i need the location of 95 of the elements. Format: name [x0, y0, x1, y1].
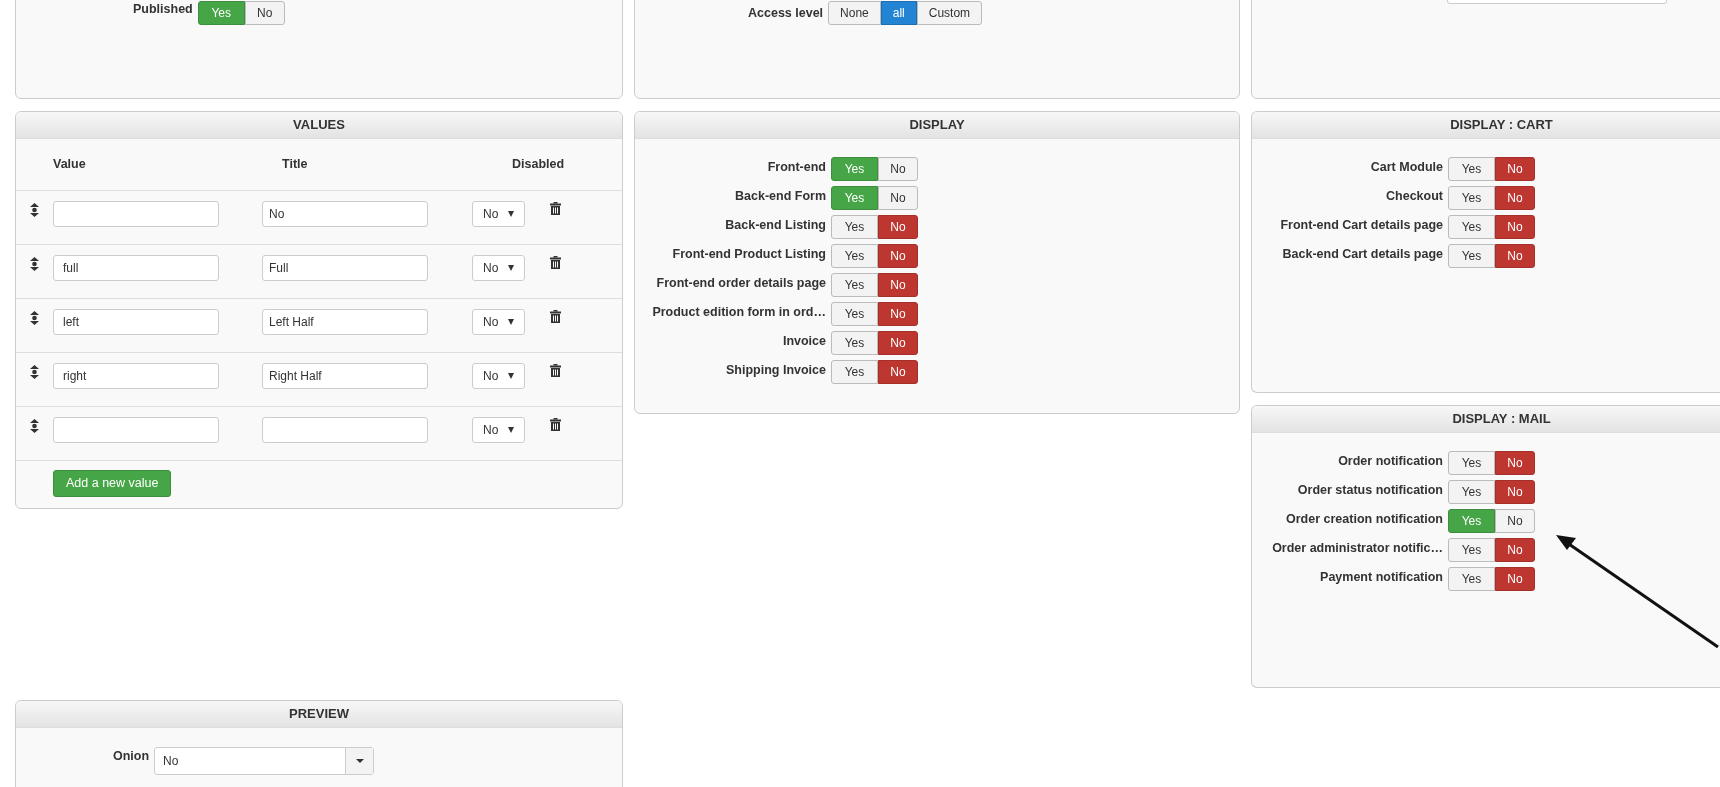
panel-title: VALUES [16, 112, 622, 139]
caret-icon [355, 759, 364, 763]
caret-icon [508, 265, 514, 271]
caret-icon [508, 373, 514, 379]
toggle-option[interactable]: Yes [1448, 186, 1495, 210]
column-header: Disabled [512, 156, 566, 174]
select-field[interactable]: No [472, 255, 525, 281]
input-field[interactable] [53, 201, 219, 227]
setting-label: Product edition form in ord… [652, 304, 826, 321]
setting-label: Order notification [1338, 453, 1443, 470]
toggle-option[interactable]: No [878, 360, 918, 384]
setting-label: Invoice [782, 333, 826, 350]
setting-label: Back-end Listing [725, 217, 826, 234]
toggle-option[interactable]: No [1495, 567, 1535, 591]
toggle-option[interactable]: No [1495, 215, 1535, 239]
select-field[interactable]: No [472, 201, 525, 227]
toggle-option[interactable]: No [878, 273, 918, 297]
column-header: Title [282, 156, 309, 174]
toggle-option[interactable]: Yes [831, 302, 878, 326]
toggle-option[interactable]: No [878, 186, 918, 210]
setting-label: Order status notification [1297, 482, 1443, 499]
field-label: Onion [113, 748, 150, 765]
setting-label: Front-end Product Listing [672, 246, 826, 263]
select-field[interactable]: No [472, 417, 525, 443]
trash-icon[interactable] [550, 256, 561, 269]
toggle-option[interactable]: Yes [831, 273, 878, 297]
toggle-option[interactable]: No [1495, 244, 1535, 268]
toggle-option[interactable]: No [878, 244, 918, 268]
trash-icon[interactable] [550, 364, 561, 377]
caret-icon [508, 211, 514, 217]
panel-title: DISPLAY : MAIL [1252, 406, 1720, 433]
input-field[interactable] [262, 417, 428, 443]
setting-label: Order administrator notific… [1272, 540, 1443, 557]
toggle-option[interactable]: Yes [1448, 538, 1495, 562]
panel-title: DISPLAY [635, 112, 1239, 139]
toggle-option[interactable]: No [1495, 186, 1535, 210]
toggle-option[interactable]: Yes [831, 331, 878, 355]
select-field[interactable]: No [472, 309, 525, 335]
toggle-option[interactable]: Yes [1448, 244, 1495, 268]
toggle-option[interactable]: Yes [831, 244, 878, 268]
toggle-option[interactable]: No [1495, 509, 1535, 533]
drag-handle-icon[interactable] [30, 203, 39, 217]
input-field[interactable]: Left Half [262, 309, 428, 335]
panel-title: PREVIEW [16, 701, 622, 728]
segment-option[interactable]: all [880, 1, 917, 25]
setting-label: Front-end [767, 159, 826, 176]
select-field[interactable]: No [472, 363, 525, 389]
caret-icon [508, 427, 514, 433]
input-field[interactable]: full [53, 255, 219, 281]
input-field[interactable] [53, 417, 219, 443]
segment-option[interactable]: None [828, 1, 881, 25]
drag-handle-icon[interactable] [30, 311, 39, 325]
column-header: Value [53, 156, 87, 174]
toggle-option[interactable]: No [878, 215, 918, 239]
toggle-option[interactable]: No [878, 331, 918, 355]
input-field[interactable]: No [262, 201, 428, 227]
setting-label: Back-end Form [735, 188, 826, 205]
toggle-option[interactable]: Yes [1448, 567, 1495, 591]
select-field[interactable]: No [154, 747, 375, 775]
setting-label: Access level [748, 4, 824, 22]
toggle-option[interactable]: Yes [831, 215, 878, 239]
trash-icon[interactable] [550, 202, 561, 215]
toggle-option[interactable]: Yes [1448, 480, 1495, 504]
toggle-option[interactable]: No [1495, 451, 1535, 475]
setting-label: Cart Module [1370, 159, 1443, 176]
toggle-option[interactable]: No [1495, 538, 1535, 562]
setting-label: Published [133, 1, 193, 17]
panel-title: DISPLAY : CART [1252, 112, 1720, 139]
segment-option[interactable]: Custom [916, 1, 983, 25]
setting-label: Shipping Invoice [726, 362, 826, 379]
toggle-option[interactable]: No [1495, 480, 1535, 504]
toggle-option[interactable]: No [244, 1, 285, 25]
setting-label: Back-end Cart details page [1282, 246, 1443, 263]
setting-label: Payment notification [1320, 569, 1443, 586]
toggle-option[interactable]: No [1495, 157, 1535, 181]
toggle-option[interactable]: Yes [1448, 157, 1495, 181]
setting-label: Checkout [1386, 188, 1443, 205]
toggle-option[interactable]: No [878, 157, 918, 181]
input-field[interactable]: Right Half [262, 363, 428, 389]
setting-label: Front-end order details page [656, 275, 826, 292]
caret-icon [508, 319, 514, 325]
toggle-option[interactable]: No [878, 302, 918, 326]
setting-label: Front-end Cart details page [1280, 217, 1443, 234]
drag-handle-icon[interactable] [30, 419, 39, 433]
setting-label: Order creation notification [1286, 511, 1443, 528]
trash-icon[interactable] [550, 418, 561, 431]
drag-handle-icon[interactable] [30, 257, 39, 271]
input-field[interactable]: left [53, 309, 219, 335]
toggle-option[interactable]: Yes [831, 360, 878, 384]
input-field[interactable]: right [53, 363, 219, 389]
trash-icon[interactable] [550, 310, 561, 323]
drag-handle-icon[interactable] [30, 365, 39, 379]
toggle-option[interactable]: Yes [1448, 451, 1495, 475]
toggle-option[interactable]: Yes [1448, 215, 1495, 239]
input-field[interactable]: Full [262, 255, 428, 281]
